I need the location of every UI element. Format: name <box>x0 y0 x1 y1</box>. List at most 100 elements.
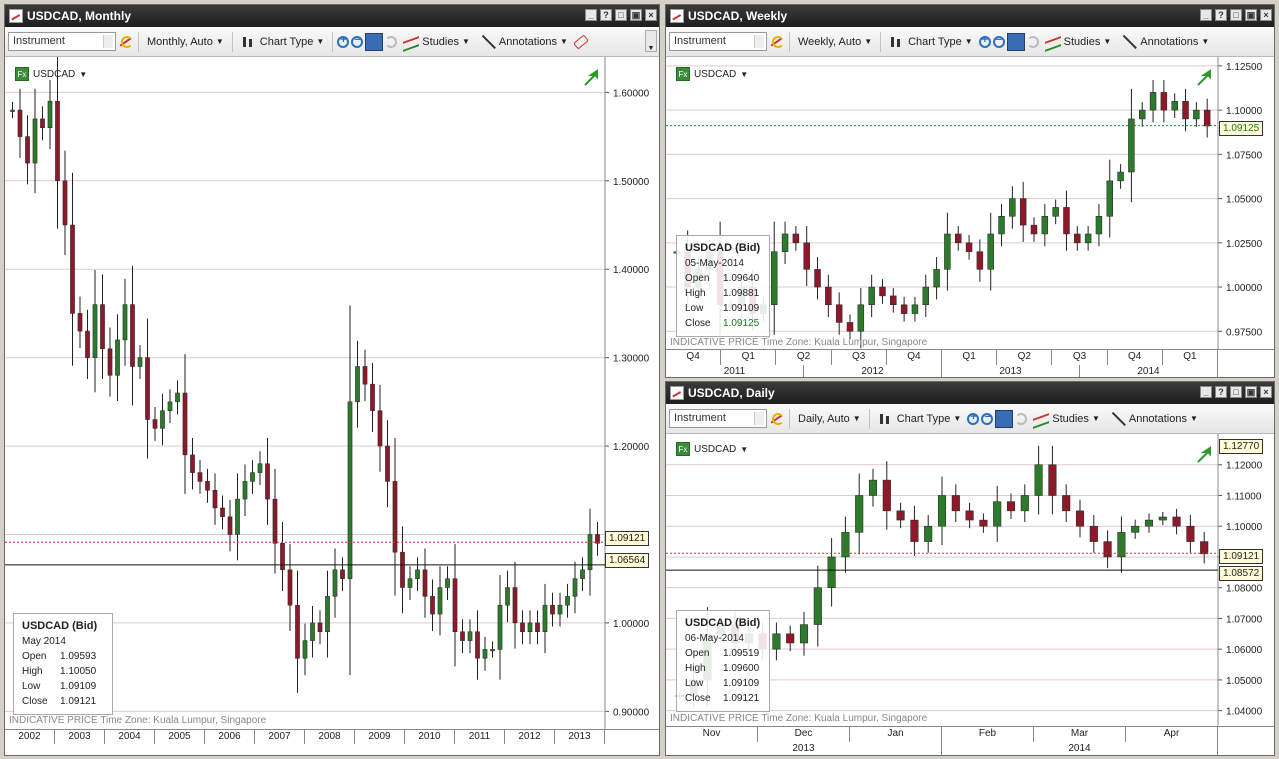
candle-body[interactable] <box>520 622 525 632</box>
undo-icon[interactable] <box>1015 412 1028 425</box>
candle-body[interactable] <box>846 322 854 332</box>
candle-body[interactable] <box>17 109 23 137</box>
instrument-input[interactable]: Instrument <box>669 409 767 428</box>
weekly-titlebar[interactable]: USDCAD, Weekly _ ? □ ▣ × <box>666 5 1274 27</box>
candle-body[interactable] <box>340 569 345 579</box>
daily-chart-area[interactable]: 1.120001.110001.100001.090001.080001.070… <box>666 434 1274 755</box>
candle-body[interactable] <box>175 392 180 403</box>
time-axis[interactable]: 2002 2003 2004 2005 2006 2007 2008 2009 2010 2011… <box>5 729 659 744</box>
candle-body[interactable] <box>542 604 548 632</box>
candle-body[interactable] <box>415 569 420 579</box>
candle-body[interactable] <box>317 622 323 632</box>
candle-body[interactable] <box>32 118 38 164</box>
weekly-chart-area[interactable]: 1.12500 1.10000 1.07500 1.05000 1.02500 1.000… <box>666 57 1274 377</box>
candle-body[interactable] <box>868 286 875 306</box>
chart-type-dropdown[interactable]: Chart Type ▼ <box>874 408 966 430</box>
candle-body[interactable] <box>197 472 203 482</box>
zoom-out-icon[interactable] <box>351 34 364 48</box>
undo-icon[interactable] <box>1026 35 1039 48</box>
studies-dropdown[interactable]: Studies ▼ <box>1029 408 1104 430</box>
candle-body[interactable] <box>422 569 428 597</box>
candle-body[interactable] <box>212 490 218 509</box>
candle-body[interactable] <box>370 383 375 411</box>
candle-body[interactable] <box>1203 109 1211 127</box>
candle-body[interactable] <box>77 313 83 332</box>
zoom-out-icon[interactable] <box>992 34 1005 48</box>
candle-body[interactable] <box>1089 525 1098 542</box>
candle-body[interactable] <box>1075 510 1085 527</box>
candle-body[interactable] <box>1193 109 1200 120</box>
candle-body[interactable] <box>1030 224 1038 235</box>
candle-body[interactable] <box>302 640 308 659</box>
candle-body[interactable] <box>1106 180 1113 217</box>
candle-body[interactable] <box>937 495 947 527</box>
candle-body[interactable] <box>190 454 195 473</box>
candle-body[interactable] <box>287 569 293 606</box>
candle-body[interactable] <box>392 481 398 553</box>
candle-body[interactable] <box>362 366 368 385</box>
candle-body[interactable] <box>512 587 518 624</box>
candle-body[interactable] <box>993 501 1002 527</box>
zoom-out-icon[interactable] <box>981 411 994 425</box>
help-button[interactable]: ? <box>1215 386 1227 398</box>
candle-body[interactable] <box>115 339 120 376</box>
candle-body[interactable] <box>987 233 994 270</box>
annotations-dropdown[interactable]: Annotations ▼ <box>1117 31 1213 53</box>
candle-body[interactable] <box>1006 501 1016 512</box>
chart-type-dropdown[interactable]: Chart Type ▼ <box>885 31 977 53</box>
candle-body[interactable] <box>890 295 897 306</box>
candle-body[interactable] <box>25 136 30 164</box>
candle-body[interactable] <box>400 551 405 588</box>
candle-body[interactable] <box>497 604 503 650</box>
candle-body[interactable] <box>1074 233 1081 244</box>
candle-body[interactable] <box>900 304 908 314</box>
candle-body[interactable] <box>40 118 45 128</box>
candle-body[interactable] <box>998 216 1005 235</box>
candle-body[interactable] <box>550 604 555 615</box>
candle-body[interactable] <box>490 649 495 652</box>
candle-body[interactable] <box>265 463 270 500</box>
candle-body[interactable] <box>505 587 510 606</box>
draw-tool-icon[interactable] <box>769 34 785 50</box>
candle-body[interactable] <box>107 348 113 376</box>
candle-body[interactable] <box>799 624 809 644</box>
candle-body[interactable] <box>910 519 919 542</box>
undo-icon[interactable] <box>385 35 398 48</box>
minimize-button[interactable]: _ <box>1200 9 1212 21</box>
candle-body[interactable] <box>475 631 480 659</box>
period-dropdown[interactable]: Monthly, Auto ▼ <box>143 31 228 53</box>
candle-body[interactable] <box>855 495 864 533</box>
period-dropdown[interactable]: Daily, Auto ▼ <box>794 408 865 430</box>
candle-body[interactable] <box>55 100 60 182</box>
candle-body[interactable] <box>922 286 929 306</box>
monthly-titlebar[interactable]: USDCAD, Monthly _ ? □ ▣ × <box>5 5 659 27</box>
candle-body[interactable] <box>1052 207 1059 217</box>
period-dropdown[interactable]: Weekly, Auto ▼ <box>794 31 876 53</box>
minimize-button[interactable]: _ <box>585 9 597 21</box>
candle-body[interactable] <box>879 286 886 297</box>
monthly-chart-area[interactable]: 1.600001.500001.400001.300001.200001.100… <box>5 53 659 755</box>
candle-body[interactable] <box>377 410 383 447</box>
chart-type-dropdown[interactable]: Chart Type ▼ <box>237 31 329 53</box>
candle-body[interactable] <box>1149 92 1157 111</box>
studies-dropdown[interactable]: Studies ▼ <box>399 31 474 53</box>
candle-body[interactable] <box>272 498 278 544</box>
candle-body[interactable] <box>955 233 962 244</box>
candle-body[interactable] <box>1063 207 1070 235</box>
candle-body[interactable] <box>70 224 75 314</box>
candle-body[interactable] <box>385 445 390 482</box>
candle-body[interactable] <box>825 286 832 306</box>
candle-body[interactable] <box>965 510 974 521</box>
candle-body[interactable] <box>1182 100 1189 120</box>
candle-body[interactable] <box>1172 516 1181 527</box>
candle-body[interactable] <box>896 510 905 521</box>
instrument-input[interactable]: Instrument <box>8 32 116 51</box>
fit-chart-icon[interactable] <box>995 409 1014 428</box>
candle-body[interactable] <box>857 304 865 332</box>
candle-body[interactable] <box>965 242 973 252</box>
candle-body[interactable] <box>976 251 984 270</box>
restore-button[interactable]: □ <box>1230 9 1242 21</box>
candle-body[interactable] <box>944 233 951 270</box>
help-button[interactable]: ? <box>600 9 612 21</box>
candle-body[interactable] <box>1095 216 1103 235</box>
